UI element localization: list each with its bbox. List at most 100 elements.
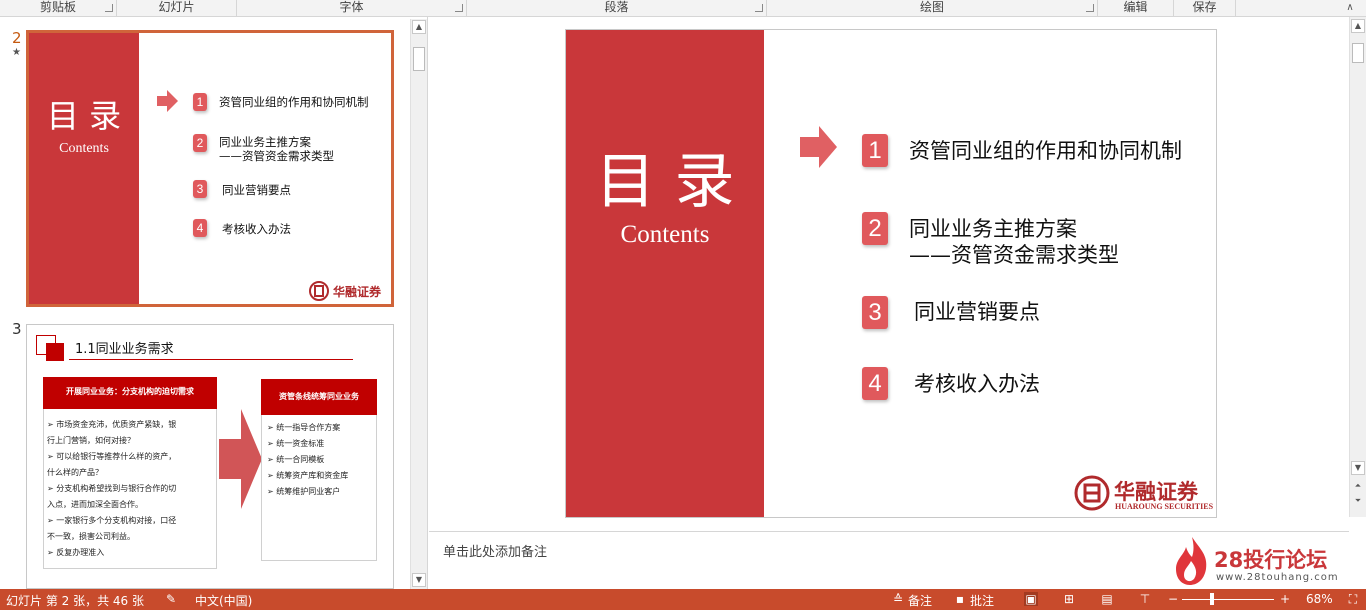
ribbon-group-label: 段落 — [604, 0, 629, 14]
item-text: 资管同业组的作用和协同机制 — [219, 95, 369, 109]
thumbnail-scrollbar[interactable]: ▲ ▼ — [410, 19, 427, 589]
reading-view-icon[interactable]: ▤ — [1100, 592, 1114, 606]
item-text: 资管同业组的作用和协同机制 — [909, 139, 1182, 163]
list-line: 行上门营销，如何对接？ — [47, 436, 135, 445]
list-line: ➢ 分支机构希望找到与银行合作的切 — [47, 484, 177, 493]
zoom-in-icon[interactable]: + — [1278, 592, 1292, 606]
item-text: 同业营销要点 — [914, 300, 1040, 324]
huarong-logo-icon — [309, 281, 329, 301]
slide-title: 目 录 — [595, 147, 735, 217]
watermark-url: www.28touhang.com — [1216, 572, 1339, 583]
editor-scrollbar[interactable]: ▲ ▼ ⏶ ⏷ — [1349, 17, 1366, 517]
huarong-logo-icon — [1074, 475, 1110, 511]
ribbon-group-label: 幻灯片 — [158, 0, 195, 14]
ribbon-group-bar: 剪贴板 幻灯片 字体 段落 绘图 编辑 保存 ∧ — [0, 0, 1366, 17]
thumbnail-number: 2 — [12, 29, 22, 47]
dialog-launcher-icon[interactable] — [105, 4, 113, 12]
list-line: ➢ 统一合同模板 — [267, 455, 325, 464]
zoom-out-icon[interactable]: − — [1166, 592, 1180, 606]
list-line: ➢ 统筹维护同业客户 — [267, 487, 341, 496]
slide-subtitle: Contents — [59, 141, 109, 156]
thumbnail-slide-3[interactable]: 1.1同业业务需求 开展同业业务：分支机构的迫切需求 ➢ 市场资金充沛，优质资产… — [26, 324, 394, 589]
slide-subtitle: Contents — [620, 221, 710, 248]
previous-slide-icon[interactable]: ⏶ — [1351, 480, 1365, 494]
ribbon-group-save: 保存 — [1174, 0, 1236, 16]
company-logo-subtext: HUAROUNG SECURITIES — [1115, 502, 1214, 511]
zoom-slider-track[interactable] — [1182, 599, 1274, 600]
list-line: ➢ 统一指导合作方案 — [267, 423, 341, 432]
notes-button-label[interactable]: 备注 — [908, 592, 932, 609]
zoom-slider-knob[interactable] — [1210, 593, 1214, 605]
scroll-down-icon[interactable]: ▼ — [1351, 461, 1365, 475]
notes-placeholder[interactable]: 单击此处添加备注 — [443, 541, 547, 560]
scroll-up-icon[interactable]: ▲ — [412, 20, 426, 34]
collapse-ribbon-icon[interactable]: ∧ — [1344, 2, 1356, 14]
ribbon-group-label: 绘图 — [919, 0, 944, 14]
normal-view-icon[interactable]: ▣ — [1024, 592, 1038, 606]
item-text-line2: ——资管资金需求类型 — [219, 149, 334, 163]
ribbon-group-slides: 幻灯片 — [117, 0, 237, 16]
spell-check-icon[interactable]: ✎ — [164, 592, 178, 606]
ribbon-group-editing: 编辑 — [1098, 0, 1174, 16]
slide-title: 目 录 — [46, 97, 122, 135]
title-underline — [69, 359, 353, 360]
slideshow-icon[interactable]: ⊤ — [1138, 592, 1152, 606]
list-line: ➢ 反复办理准入 — [47, 548, 105, 557]
scroll-thumb[interactable] — [1352, 43, 1364, 63]
right-box-header: 资管条线统筹同业业务 — [261, 379, 377, 415]
item-number-badge: 2 — [193, 134, 207, 152]
arrow-right-icon — [800, 126, 837, 168]
scroll-down-icon[interactable]: ▼ — [412, 573, 426, 587]
comments-button-label[interactable]: 批注 — [970, 592, 994, 609]
title-square-fill — [46, 343, 64, 361]
slide3-title: 1.1同业业务需求 — [75, 342, 174, 357]
ribbon-group-label: 字体 — [339, 0, 364, 14]
notes-icon[interactable]: ≙ — [891, 592, 905, 606]
list-line: 入点，进而加深全面合作。 — [47, 500, 143, 509]
title-panel — [566, 30, 764, 517]
thumbnail-number: 3 — [12, 320, 22, 338]
company-logo-text: 华融证券 — [333, 285, 382, 299]
slide-count-status: 幻灯片 第 2 张，共 46 张 — [6, 594, 144, 608]
item-number-badge: 4 — [862, 367, 888, 400]
dialog-launcher-icon[interactable] — [755, 4, 763, 12]
item-number-badge: 3 — [193, 180, 207, 198]
ribbon-group-label: 编辑 — [1123, 0, 1148, 14]
item-number-badge: 4 — [193, 219, 207, 237]
ribbon-group-clipboard: 剪贴板 — [0, 0, 117, 16]
ribbon-group-drawing: 绘图 — [767, 0, 1098, 16]
next-slide-icon[interactable]: ⏷ — [1351, 495, 1365, 509]
fit-to-window-icon[interactable]: ⛶ — [1346, 592, 1360, 606]
item-number-badge: 2 — [862, 212, 888, 245]
scroll-up-icon[interactable]: ▲ — [1351, 19, 1365, 33]
item-number-badge: 1 — [193, 93, 207, 111]
language-status[interactable]: 中文(中国) — [195, 592, 252, 609]
item-text: 同业营销要点 — [222, 183, 291, 197]
big-arrow-right-icon — [219, 409, 262, 509]
comments-icon[interactable]: ▪ — [953, 592, 967, 606]
dialog-launcher-icon[interactable] — [455, 4, 463, 12]
item-number-badge: 1 — [862, 134, 888, 167]
list-line: ➢ 一家银行多个分支机构对接，口径 — [47, 516, 177, 525]
scroll-thumb[interactable] — [413, 47, 425, 71]
ribbon-group-font: 字体 — [237, 0, 467, 16]
flame-logo-icon — [1176, 537, 1207, 585]
item-text: 考核收入办法 — [222, 222, 291, 236]
zoom-level[interactable]: 68% — [1306, 592, 1333, 606]
left-box-header: 开展同业业务：分支机构的迫切需求 — [43, 377, 217, 409]
list-line: ➢ 统一资金标准 — [267, 439, 325, 448]
left-box-list: ➢ 市场资金充沛，优质资产紧缺，银 行上门营销，如何对接？ ➢ 可以给银行等推荐… — [47, 417, 215, 561]
item-text-line2: ——资管资金需求类型 — [909, 243, 1119, 267]
list-line: 不一致，损害公司利益。 — [47, 532, 135, 541]
animation-star-icon: ★ — [12, 47, 21, 58]
slide-thumbnail-pane: 2 ★ 目 录 Contents 1 资管同业组的作用和协同机制 2 同业业务主… — [0, 17, 428, 589]
current-slide[interactable]: 目 录 Contents 1 资管同业组的作用和协同机制 2 同业业务主推方案 … — [565, 29, 1217, 518]
dialog-launcher-icon[interactable] — [1086, 4, 1094, 12]
slide-sorter-icon[interactable]: ⊞ — [1062, 592, 1076, 606]
thumbnail-slide-2[interactable]: 目 录 Contents 1 资管同业组的作用和协同机制 2 同业业务主推方案 … — [26, 30, 394, 307]
list-line: ➢ 统筹资产库和资金库 — [267, 471, 349, 480]
list-line: ➢ 市场资金充沛，优质资产紧缺，银 — [47, 420, 177, 429]
list-line: ➢ 可以给银行等推荐什么样的资产， — [47, 452, 177, 461]
list-line: 什么样的产品？ — [47, 468, 103, 477]
ribbon-group-paragraph: 段落 — [467, 0, 767, 16]
